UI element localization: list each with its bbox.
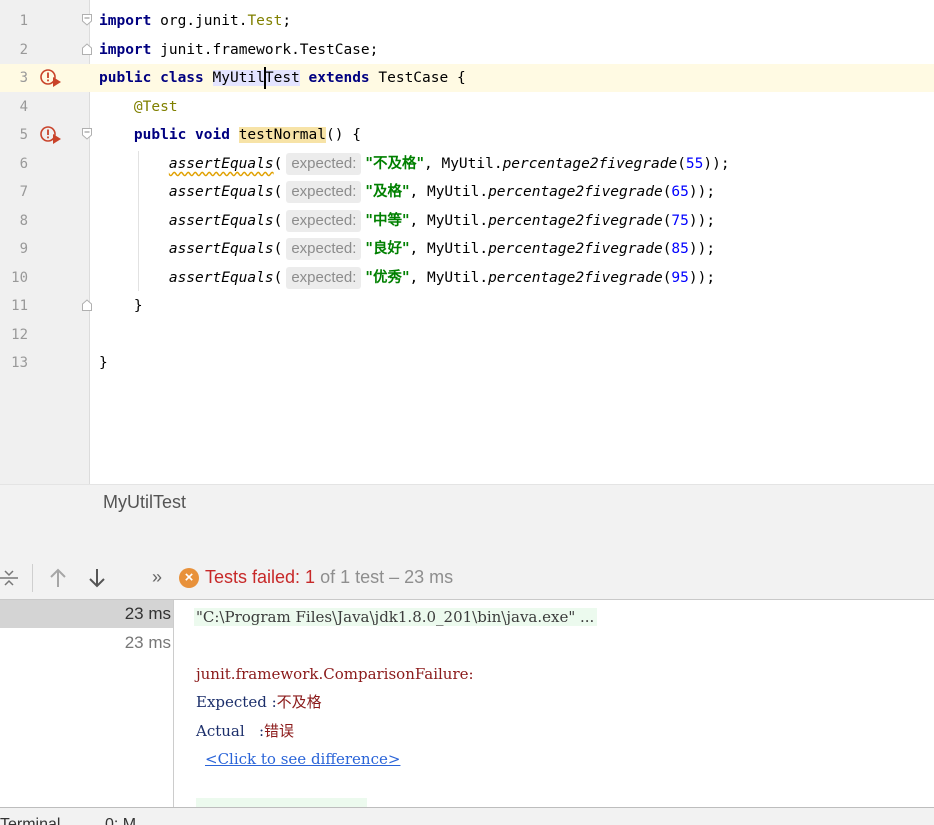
parameter-hint: expected: bbox=[286, 238, 362, 260]
code-text[interactable]: } bbox=[99, 292, 143, 320]
line-number: 11 bbox=[11, 298, 28, 314]
code-line-2: 2 import junit.framework.TestCase; bbox=[0, 36, 934, 64]
line-number: 2 bbox=[19, 42, 28, 58]
line-number: 3 bbox=[19, 70, 28, 86]
test-console-output[interactable]: "C:\Program Files\Java\jdk1.8.0_201\bin\… bbox=[174, 600, 934, 807]
code-text[interactable]: } bbox=[99, 349, 108, 377]
code-text[interactable]: import junit.framework.TestCase; bbox=[99, 36, 378, 64]
code-line-1: 1 import org.junit.Test; bbox=[0, 7, 934, 35]
line-number: 13 bbox=[11, 355, 28, 371]
more-icon[interactable]: » bbox=[152, 566, 162, 588]
exception-text: junit.framework.ComparisonFailure: bbox=[196, 665, 474, 683]
actual-line: Actual :错误 bbox=[196, 722, 295, 740]
parameter-hint: expected: bbox=[286, 210, 362, 232]
code-line-11: 11 } bbox=[0, 292, 934, 320]
fold-end-icon[interactable] bbox=[82, 299, 92, 311]
code-text[interactable]: import org.junit.Test; bbox=[99, 7, 291, 35]
code-text[interactable]: assertEquals(expected: "优秀", MyUtil.perce… bbox=[99, 264, 715, 292]
code-text[interactable]: assertEquals(expected: "及格", MyUtil.perce… bbox=[99, 178, 715, 206]
test-toolbar: » × Tests failed: 1 of 1 test – 23 ms bbox=[0, 557, 934, 600]
bottom-tool-bar: Terminal 0: M bbox=[0, 807, 934, 825]
expected-line: Expected :不及格 bbox=[196, 693, 322, 711]
code-editor[interactable]: 1 import org.junit.Test; 2 import junit.… bbox=[0, 0, 934, 521]
code-line-4: 4 @Test bbox=[0, 93, 934, 121]
line-number: 12 bbox=[11, 327, 28, 343]
line-number: 8 bbox=[19, 213, 28, 229]
test-tree[interactable]: 23 ms 23 ms bbox=[0, 600, 174, 807]
test-status: Tests failed: 1 of 1 test – 23 ms bbox=[205, 567, 454, 587]
code-line-12: 12 bbox=[0, 321, 934, 349]
line-number: 7 bbox=[19, 184, 28, 200]
code-line-10: 10 assertEquals(expected: "优秀", MyUtil.pe… bbox=[0, 264, 934, 292]
code-text[interactable]: assertEquals(expected: "不及格", MyUtil.perc… bbox=[99, 150, 730, 178]
parameter-hint: expected: bbox=[286, 153, 362, 175]
toolbar-separator bbox=[32, 564, 33, 592]
output-highlight bbox=[196, 798, 367, 807]
line-number: 4 bbox=[19, 99, 28, 115]
fold-icon[interactable] bbox=[82, 14, 92, 26]
code-text[interactable]: public void testNormal() { bbox=[99, 121, 361, 149]
code-text[interactable]: assertEquals(expected: "中等", MyUtil.perce… bbox=[99, 207, 715, 235]
fold-icon[interactable] bbox=[82, 128, 92, 140]
line-number: 1 bbox=[19, 13, 28, 29]
see-difference-link[interactable]: <Click to see difference> bbox=[205, 745, 400, 773]
code-line-7: 7 assertEquals(expected: "及格", MyUtil.per… bbox=[0, 178, 934, 206]
collapse-all-icon[interactable] bbox=[0, 569, 18, 587]
test-tree-row[interactable]: 23 ms bbox=[0, 600, 173, 628]
code-line-13: 13 } bbox=[0, 349, 934, 377]
test-failed-icon: × bbox=[179, 568, 199, 588]
code-text[interactable]: assertEquals(expected: "良好", MyUtil.perce… bbox=[99, 235, 715, 263]
panel-divider[interactable] bbox=[0, 520, 934, 557]
breadcrumb: MyUtilTest bbox=[0, 484, 934, 521]
line-number: 9 bbox=[19, 241, 28, 257]
line-number: 5 bbox=[19, 127, 28, 143]
code-text[interactable]: public class MyUtilTest extends TestCase… bbox=[99, 64, 466, 92]
arrow-up-icon[interactable] bbox=[49, 568, 67, 588]
arrow-down-icon[interactable] bbox=[88, 568, 106, 588]
code-line-8: 8 assertEquals(expected: "中等", MyUtil.per… bbox=[0, 207, 934, 235]
line-number: 10 bbox=[11, 270, 28, 286]
run-test-failed-icon[interactable] bbox=[40, 126, 62, 144]
parameter-hint: expected: bbox=[286, 181, 362, 203]
test-tree-row[interactable]: 23 ms bbox=[0, 629, 173, 657]
run-test-failed-icon[interactable] bbox=[40, 69, 62, 87]
code-line-3: 3 public class MyUtilTest extends TestCa… bbox=[0, 64, 934, 92]
parameter-hint: expected: bbox=[286, 267, 362, 289]
code-line-5: 5 public void testNormal() { bbox=[0, 121, 934, 149]
code-line-9: 9 assertEquals(expected: "良好", MyUtil.per… bbox=[0, 235, 934, 263]
fold-end-icon[interactable] bbox=[82, 43, 92, 55]
code-line-6: 6 assertEquals(expected: "不及格", MyUtil.pe… bbox=[0, 150, 934, 178]
line-number: 6 bbox=[19, 156, 28, 172]
run-command: "C:\Program Files\Java\jdk1.8.0_201\bin\… bbox=[194, 608, 598, 626]
code-text[interactable]: @Test bbox=[99, 93, 178, 121]
breadcrumb-item[interactable]: MyUtilTest bbox=[103, 492, 186, 513]
